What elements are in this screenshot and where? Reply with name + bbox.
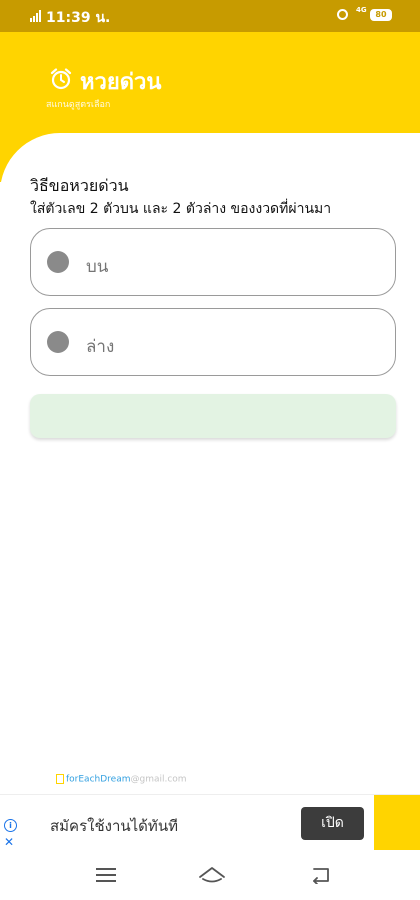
input-dot-icon [47,251,69,273]
ad-banner[interactable]: i ✕ สมัครใช้งานได้ทันที เปิด [0,794,420,851]
home-icon[interactable] [198,865,226,885]
top-number-input[interactable]: บน [30,228,396,296]
ad-text: สมัครใช้งานได้ทันที [50,817,178,835]
menu-icon[interactable] [96,868,116,882]
ad-info-icon[interactable]: i [4,819,17,832]
app-title: หวยด่วน [80,70,162,95]
back-icon[interactable] [310,866,332,884]
ad-close-icon[interactable]: ✕ [4,835,14,849]
input-dot-icon [47,331,69,353]
network-indicator: 4G [356,6,367,14]
battery-icon: 80 [370,9,392,21]
signal-icon [30,10,42,22]
system-nav-bar [0,850,420,900]
submit-button[interactable] [30,394,396,438]
status-time: 11:39 น. [46,10,111,26]
ad-open-button[interactable]: เปิด [301,807,364,840]
form-description: ใส่ตัวเลข 2 ตัวบน และ 2 ตัวล่าง ของงวดที… [30,201,332,217]
alarm-status-icon [337,9,348,20]
developer-credit: forEachDream@gmail.com [56,774,187,785]
bottom-number-input[interactable]: ล่าง [30,308,396,376]
alarm-clock-icon [50,68,72,90]
bottom-number-placeholder: ล่าง [86,337,115,357]
top-number-placeholder: บน [86,257,109,277]
app-subtitle: สแกนดูสูตรเลือก [46,100,111,110]
ad-accent-strip [374,795,420,851]
form-title: วิธีขอหวยด่วน [30,176,129,195]
credit-icon [56,774,64,784]
status-bar: 11:39 น. 4G 80 [0,0,420,32]
